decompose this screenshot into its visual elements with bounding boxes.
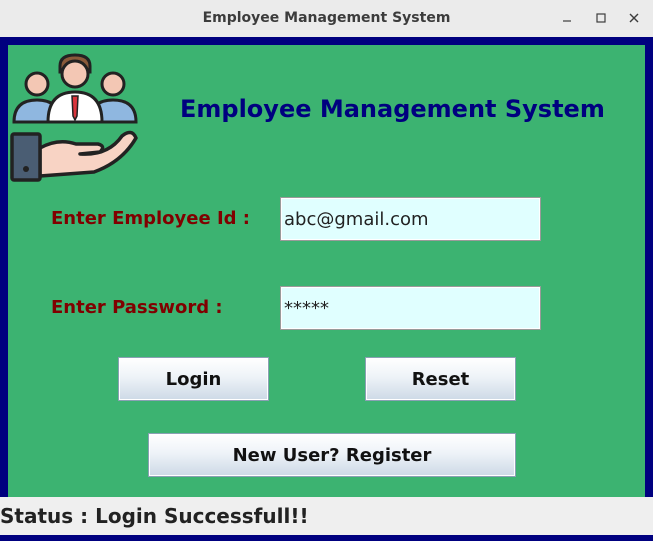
- minimize-icon: [563, 20, 571, 22]
- login-button[interactable]: Login: [118, 357, 269, 401]
- close-button[interactable]: [623, 8, 645, 28]
- reset-button[interactable]: Reset: [365, 357, 516, 401]
- employee-id-input[interactable]: [280, 197, 541, 241]
- password-input[interactable]: [280, 286, 541, 330]
- status-bar: Status : Login Successfull!!: [0, 497, 653, 535]
- page-heading: Employee Management System: [180, 95, 605, 123]
- employee-id-label: Enter Employee Id :: [51, 208, 251, 229]
- register-button[interactable]: New User? Register: [148, 433, 516, 477]
- employees-in-hand-icon: [10, 52, 140, 182]
- maximize-button[interactable]: [590, 8, 612, 28]
- minimize-button[interactable]: [556, 8, 578, 28]
- maximize-icon: [596, 13, 606, 23]
- title-bar: Employee Management System: [0, 0, 653, 38]
- status-text: Status : Login Successfull!!: [0, 504, 309, 528]
- password-label: Enter Password :: [51, 297, 223, 318]
- close-icon: [629, 13, 639, 23]
